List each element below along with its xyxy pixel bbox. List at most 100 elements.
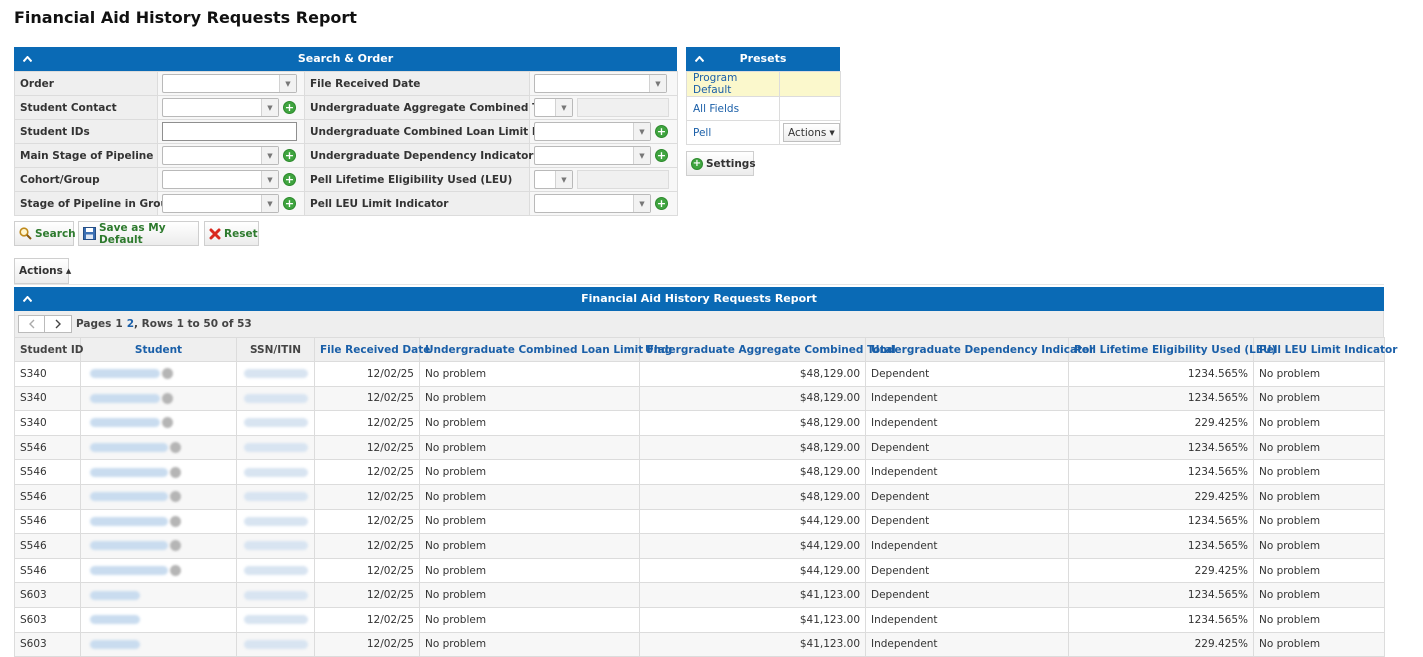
cell-student-redacted[interactable] <box>80 508 237 535</box>
settings-button[interactable]: + Settings <box>686 151 756 176</box>
next-page-button[interactable] <box>45 315 72 333</box>
cell-pell-leu: 229.425% <box>1068 557 1254 584</box>
add-cohort-group-icon[interactable]: + <box>283 173 296 186</box>
redacted-name-link[interactable] <box>90 615 140 625</box>
add-main-stage-icon[interactable]: + <box>283 149 296 162</box>
add-stage-in-group-icon[interactable]: + <box>283 197 296 210</box>
redacted-name-link[interactable] <box>90 467 168 477</box>
save-default-button[interactable]: Save as My Default <box>78 221 199 246</box>
student-contact-select[interactable]: ▼ <box>162 98 279 117</box>
cell-student-id: S340 <box>14 361 81 387</box>
cell-student-redacted[interactable] <box>80 483 237 510</box>
col-dependency-indicator[interactable]: Undergraduate Dependency Indicator <box>865 337 1094 362</box>
redacted-ssn <box>244 590 308 600</box>
presets-header[interactable]: Presets <box>686 47 840 71</box>
table-row[interactable]: S546 12/02/25 No problem $44,129.00 Dependen… <box>14 508 1385 535</box>
cell-student-redacted[interactable] <box>80 459 237 485</box>
cell-file-received-date: 12/02/25 <box>314 557 420 584</box>
table-row[interactable]: S546 12/02/25 No problem $44,129.00 Independ… <box>14 533 1385 559</box>
redacted-name-link[interactable] <box>90 541 168 551</box>
collapse-chevron-icon[interactable] <box>692 47 706 71</box>
cell-dependency-indicator: Independent <box>865 385 1069 412</box>
table-row[interactable]: S340 12/02/25 No problem $48,129.00 Independ… <box>14 410 1385 436</box>
ug-aggregate-total-input[interactable] <box>577 98 669 117</box>
col-aggregate-total[interactable]: Undergraduate Aggregate Combined Total <box>639 337 896 362</box>
redacted-ssn <box>244 369 308 379</box>
cell-student-redacted[interactable] <box>80 361 237 387</box>
cell-student-redacted[interactable] <box>80 410 237 436</box>
cell-student-redacted[interactable] <box>80 606 237 633</box>
pell-leu-operator-select[interactable]: ▼ <box>534 170 573 189</box>
main-stage-select[interactable]: ▼ <box>162 146 279 165</box>
report-table: Student ID Student SSN/ITIN File Receive… <box>14 337 1397 657</box>
add-dependency-icon[interactable]: + <box>655 149 668 162</box>
add-student-contact-icon[interactable]: + <box>283 101 296 114</box>
table-row[interactable]: S603 12/02/25 No problem $41,123.00 Independ… <box>14 631 1385 657</box>
preset-pell[interactable]: Pell <box>693 127 711 139</box>
stage-in-group-select[interactable]: ▼ <box>162 194 279 213</box>
ug-aggregate-total-operator-select[interactable]: ▼ <box>534 98 573 117</box>
cell-student-id: S546 <box>14 557 81 584</box>
file-received-date-select[interactable]: ▼ <box>534 74 667 93</box>
cell-aggregate-total: $41,123.00 <box>639 606 866 633</box>
preset-all-fields[interactable]: All Fields <box>693 103 739 115</box>
collapse-chevron-icon[interactable] <box>20 287 34 311</box>
cell-student-redacted[interactable] <box>80 557 237 584</box>
search-order-header[interactable]: Search & Order <box>14 47 677 71</box>
col-file-received-date[interactable]: File Received Date <box>314 337 430 362</box>
pell-leu-label: Pell Lifetime Eligibility Used (LEU) <box>304 167 530 192</box>
table-row[interactable]: S546 12/02/25 No problem $48,129.00 Independ… <box>14 459 1385 485</box>
cell-student-redacted[interactable] <box>80 631 237 657</box>
col-loan-limit-flag[interactable]: Undergraduate Combined Loan Limit Flag <box>419 337 672 362</box>
ug-dependency-label: Undergraduate Dependency Indicator <box>304 143 533 168</box>
ug-dependency-select[interactable]: ▼ <box>534 146 651 165</box>
preset-actions-button[interactable]: Actions ▼ <box>783 123 840 142</box>
collapse-chevron-icon[interactable] <box>20 47 34 71</box>
redacted-badge-icon <box>162 392 173 404</box>
order-select[interactable]: ▼ <box>162 74 297 93</box>
cell-pell-leu-limit: No problem <box>1253 606 1385 633</box>
redacted-name-link[interactable] <box>90 393 160 403</box>
cell-student-redacted[interactable] <box>80 582 237 608</box>
table-row[interactable]: S603 12/02/25 No problem $41,123.00 Independ… <box>14 606 1385 633</box>
redacted-name-link[interactable] <box>90 590 140 600</box>
table-row[interactable]: S603 12/02/25 No problem $41,123.00 Dependen… <box>14 582 1385 608</box>
page-2-link[interactable]: 2 <box>127 318 134 330</box>
redacted-name-link[interactable] <box>90 492 168 502</box>
add-loan-limit-flag-icon[interactable]: + <box>655 125 668 138</box>
cell-student-redacted[interactable] <box>80 533 237 559</box>
add-pell-leu-limit-icon[interactable]: + <box>655 197 668 210</box>
redacted-name-link[interactable] <box>90 516 168 526</box>
table-row[interactable]: S546 12/02/25 No problem $44,129.00 Dependen… <box>14 557 1385 584</box>
caret-up-icon: ▲ <box>65 267 72 275</box>
cell-student-id: S603 <box>14 631 81 657</box>
table-row[interactable]: S340 12/02/25 No problem $48,129.00 Dependen… <box>14 361 1385 387</box>
pell-leu-limit-select[interactable]: ▼ <box>534 194 651 213</box>
table-row[interactable]: S340 12/02/25 No problem $48,129.00 Independ… <box>14 385 1385 412</box>
redacted-name-link[interactable] <box>90 639 140 649</box>
redacted-name-link[interactable] <box>90 418 160 428</box>
redacted-name-link[interactable] <box>90 566 168 576</box>
actions-dropdown-button[interactable]: Actions ▲ <box>14 258 72 284</box>
cell-student-id: S603 <box>14 582 81 608</box>
col-student[interactable]: Student <box>80 337 237 362</box>
prev-page-button[interactable] <box>18 315 45 333</box>
ug-loan-limit-flag-select[interactable]: ▼ <box>534 122 651 141</box>
student-ids-input[interactable] <box>162 122 297 141</box>
table-row[interactable]: S546 12/02/25 No problem $48,129.00 Dependen… <box>14 434 1385 461</box>
table-row[interactable]: S546 12/02/25 No problem $48,129.00 Dependen… <box>14 483 1385 510</box>
report-header[interactable]: Financial Aid History Requests Report <box>14 287 1384 311</box>
redacted-name-link[interactable] <box>90 369 160 379</box>
col-pell-leu[interactable]: Pell Lifetime Eligibility Used (LEU) <box>1068 337 1276 362</box>
cell-student-redacted[interactable] <box>80 385 237 412</box>
cell-ssn-redacted <box>236 410 315 436</box>
main-stage-label: Main Stage of Pipeline <box>14 143 158 168</box>
preset-program-default[interactable]: Program Default <box>693 72 737 96</box>
reset-button[interactable]: Reset <box>204 221 259 246</box>
pell-leu-input[interactable] <box>577 170 669 189</box>
redacted-name-link[interactable] <box>90 443 168 453</box>
cohort-group-select[interactable]: ▼ <box>162 170 279 189</box>
search-button[interactable]: Search <box>14 221 76 246</box>
col-pell-leu-limit[interactable]: Pell LEU Limit Indicator <box>1253 337 1397 362</box>
cell-student-redacted[interactable] <box>80 434 237 461</box>
